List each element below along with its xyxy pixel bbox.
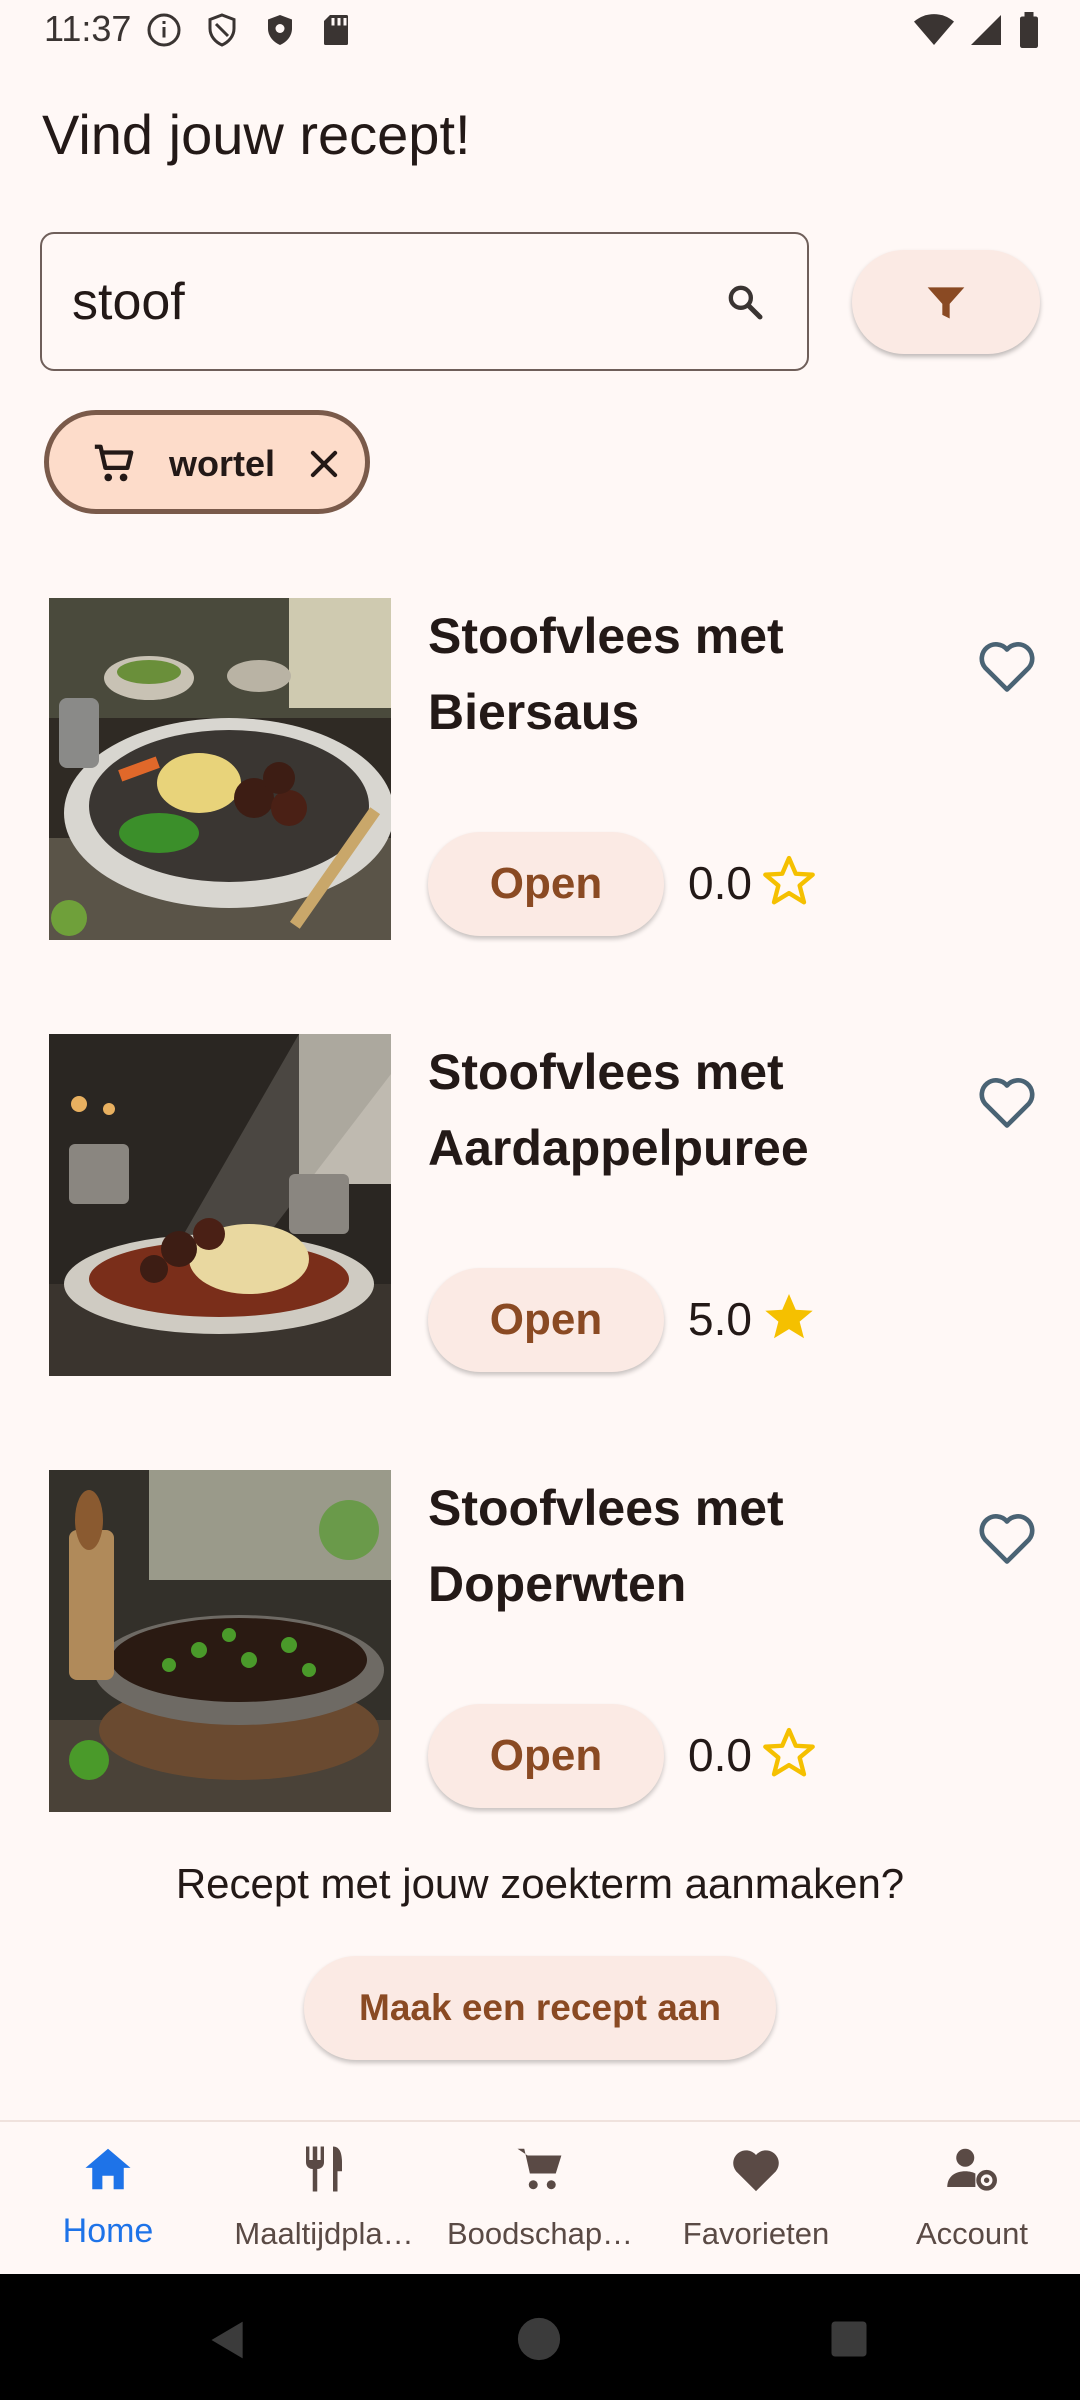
signal-icon <box>971 15 1001 45</box>
status-bar: 11:37 <box>0 0 1080 62</box>
page-title: Vind jouw recept! <box>42 103 471 166</box>
nav-item-favorites[interactable]: Favorieten <box>648 2122 864 2276</box>
back-icon[interactable] <box>206 2318 250 2362</box>
open-button[interactable]: Open <box>428 1268 664 1372</box>
cart-icon <box>94 444 134 482</box>
recipe-title: Stoofvlees met Biersaus <box>428 608 784 740</box>
cart-icon <box>517 2148 562 2190</box>
star-filled-icon <box>765 1294 813 1339</box>
battery-icon <box>1020 12 1038 48</box>
search-field[interactable]: stoof <box>40 232 809 371</box>
search-input[interactable]: stoof <box>72 272 185 332</box>
recipe-image[interactable] <box>49 598 391 940</box>
open-button[interactable]: Open <box>428 1704 664 1808</box>
recipe-image[interactable] <box>49 1034 391 1376</box>
shield-outline-icon <box>208 13 236 47</box>
wifi-icon <box>914 14 954 45</box>
nav-label: Account <box>915 2216 1028 2251</box>
home-icon <box>85 2148 131 2190</box>
filter-button[interactable] <box>852 250 1040 354</box>
rating-value: 0.0 <box>688 1729 752 1781</box>
account-settings-icon <box>947 2148 997 2191</box>
recipe-title: Stoofvlees met Doperwten <box>428 1480 784 1612</box>
info-icon <box>147 13 181 47</box>
star-outline-icon <box>763 855 815 905</box>
nav-label: Home <box>62 2212 154 2250</box>
bottom-navigation: Home Maaltijdpla… Boodschap… Favorieten … <box>0 2120 1080 2274</box>
recipe-card[interactable]: Stoofvlees met Doperwten Open 0.0 <box>0 1470 1080 1830</box>
search-icon[interactable] <box>725 282 765 322</box>
nav-label: Boodschap… <box>446 2216 634 2251</box>
nav-item-groceries[interactable]: Boodschap… <box>432 2122 648 2276</box>
nav-item-meal-plan[interactable]: Maaltijdpla… <box>216 2122 432 2276</box>
chip-label: wortel <box>169 443 276 484</box>
close-icon[interactable] <box>305 445 343 483</box>
system-navigation-bar <box>0 2274 1080 2400</box>
heart-outline-icon[interactable] <box>976 1072 1038 1130</box>
heart-outline-icon[interactable] <box>976 636 1038 694</box>
status-time: 11:37 <box>44 8 132 49</box>
star-outline-icon <box>763 1727 815 1777</box>
utensils-icon <box>306 2146 342 2192</box>
shield-icon <box>268 15 292 45</box>
recipe-card[interactable]: Stoofvlees met Biersaus Open 0.0 <box>0 598 1080 958</box>
open-button[interactable]: Open <box>428 832 664 936</box>
rating-value: 0.0 <box>688 857 752 909</box>
nav-label: Maaltijdpla… <box>234 2216 414 2251</box>
nav-item-account[interactable]: Account <box>864 2122 1080 2276</box>
sd-card-icon <box>324 15 348 45</box>
home-circle-icon[interactable] <box>516 2316 562 2362</box>
rating-value: 5.0 <box>688 1293 752 1345</box>
recipe-image[interactable] <box>49 1470 391 1812</box>
recents-icon[interactable] <box>828 2318 870 2360</box>
recipe-card[interactable]: Stoofvlees met Aardappelpuree Open 5.0 <box>0 1034 1080 1394</box>
create-recipe-button[interactable]: Maak een recept aan <box>304 1956 776 2060</box>
filter-icon <box>927 287 965 319</box>
nav-item-home[interactable]: Home <box>0 2122 216 2276</box>
create-recipe-prompt: Recept met jouw zoekterm aanmaken? <box>175 1860 905 1907</box>
recipe-title: Stoofvlees met Aardappelpuree <box>428 1044 809 1176</box>
heart-outline-icon[interactable] <box>976 1508 1038 1566</box>
heart-icon <box>733 2150 779 2192</box>
nav-label: Favorieten <box>682 2216 830 2251</box>
ingredient-chip[interactable]: wortel <box>44 410 370 514</box>
